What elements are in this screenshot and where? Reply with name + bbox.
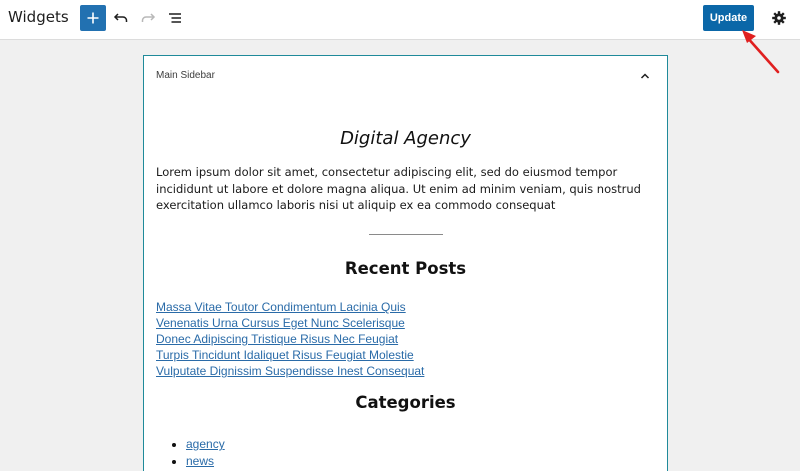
plus-icon xyxy=(87,12,99,24)
categories-list: agency news xyxy=(186,436,225,470)
list-item: Venenatis Urna Cursus Eget Nunc Sceleris… xyxy=(156,312,424,330)
page-title: Widgets xyxy=(8,8,69,26)
category-link[interactable]: agency xyxy=(186,437,225,451)
widget-area-title: Main Sidebar xyxy=(156,70,215,81)
list-view-icon xyxy=(169,13,181,23)
chevron-up-icon xyxy=(640,73,650,79)
redo-button[interactable] xyxy=(136,6,160,30)
redo-icon xyxy=(141,13,156,22)
category-link[interactable]: news xyxy=(186,454,214,468)
list-item: Donec Adipiscing Tristique Risus Nec Feu… xyxy=(156,328,424,346)
gear-icon xyxy=(772,11,786,25)
list-item: Turpis Tincidunt Idaliquet Risus Feugiat… xyxy=(156,344,424,362)
main-sidebar-widget-area[interactable]: Main Sidebar Digital Agency Lorem ipsum … xyxy=(143,55,668,471)
red-arrow-icon xyxy=(742,30,780,74)
separator-block[interactable] xyxy=(369,234,443,235)
recent-posts-heading[interactable]: Recent Posts xyxy=(144,259,667,278)
post-link[interactable]: Vulputate Dignissim Suspendisse Inest Co… xyxy=(156,364,424,378)
list-item: news xyxy=(186,453,225,470)
undo-button[interactable] xyxy=(109,6,133,30)
undo-icon xyxy=(113,13,128,22)
categories-heading[interactable]: Categories xyxy=(144,393,667,412)
list-item: Massa Vitae Toutor Condimentum Lacinia Q… xyxy=(156,296,424,314)
add-block-button[interactable] xyxy=(80,5,106,31)
list-item: Vulputate Dignissim Suspendisse Inest Co… xyxy=(156,360,424,378)
list-item: agency xyxy=(186,436,225,453)
collapse-button[interactable] xyxy=(637,68,653,84)
widget-heading[interactable]: Digital Agency xyxy=(144,128,667,149)
widget-paragraph[interactable]: Lorem ipsum dolor sit amet, consectetur … xyxy=(156,164,656,214)
top-toolbar: Widgets Update xyxy=(0,0,800,40)
recent-posts-list: Massa Vitae Toutor Condimentum Lacinia Q… xyxy=(156,296,424,378)
list-view-button[interactable] xyxy=(163,6,187,30)
